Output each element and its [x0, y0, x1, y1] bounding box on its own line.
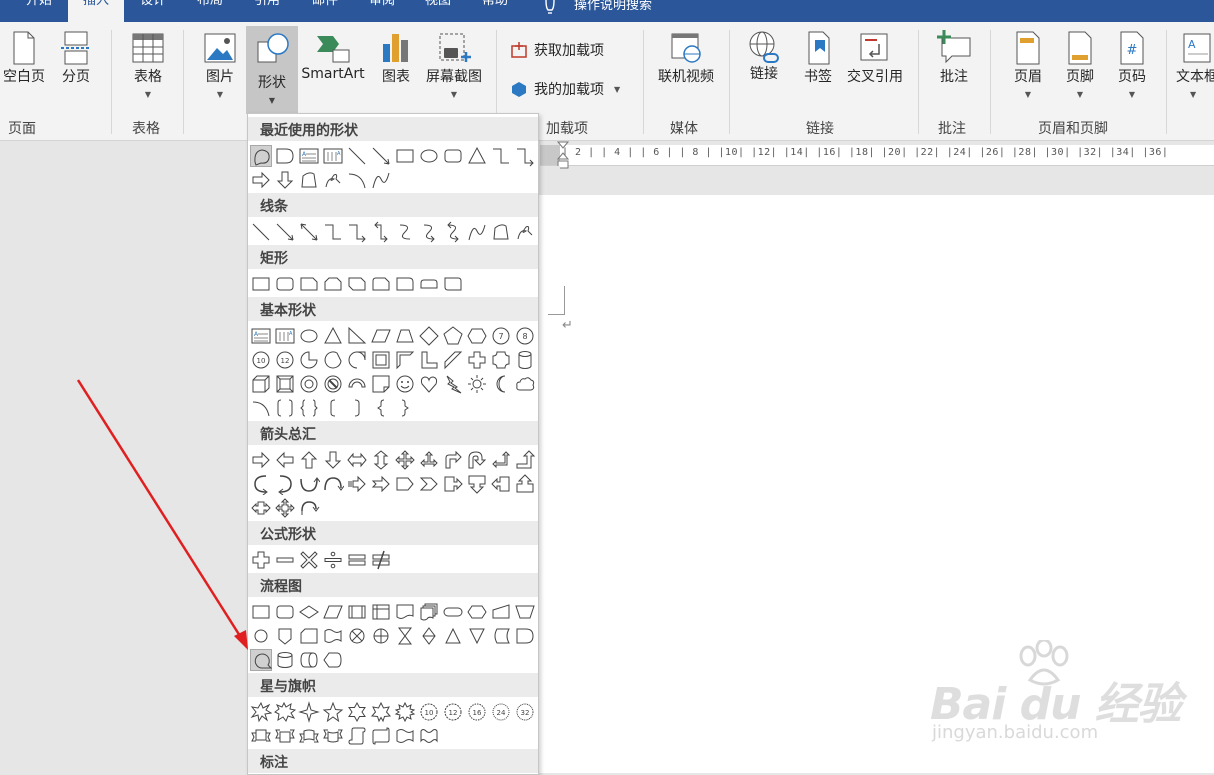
annotation-arrow-icon [76, 379, 248, 650]
